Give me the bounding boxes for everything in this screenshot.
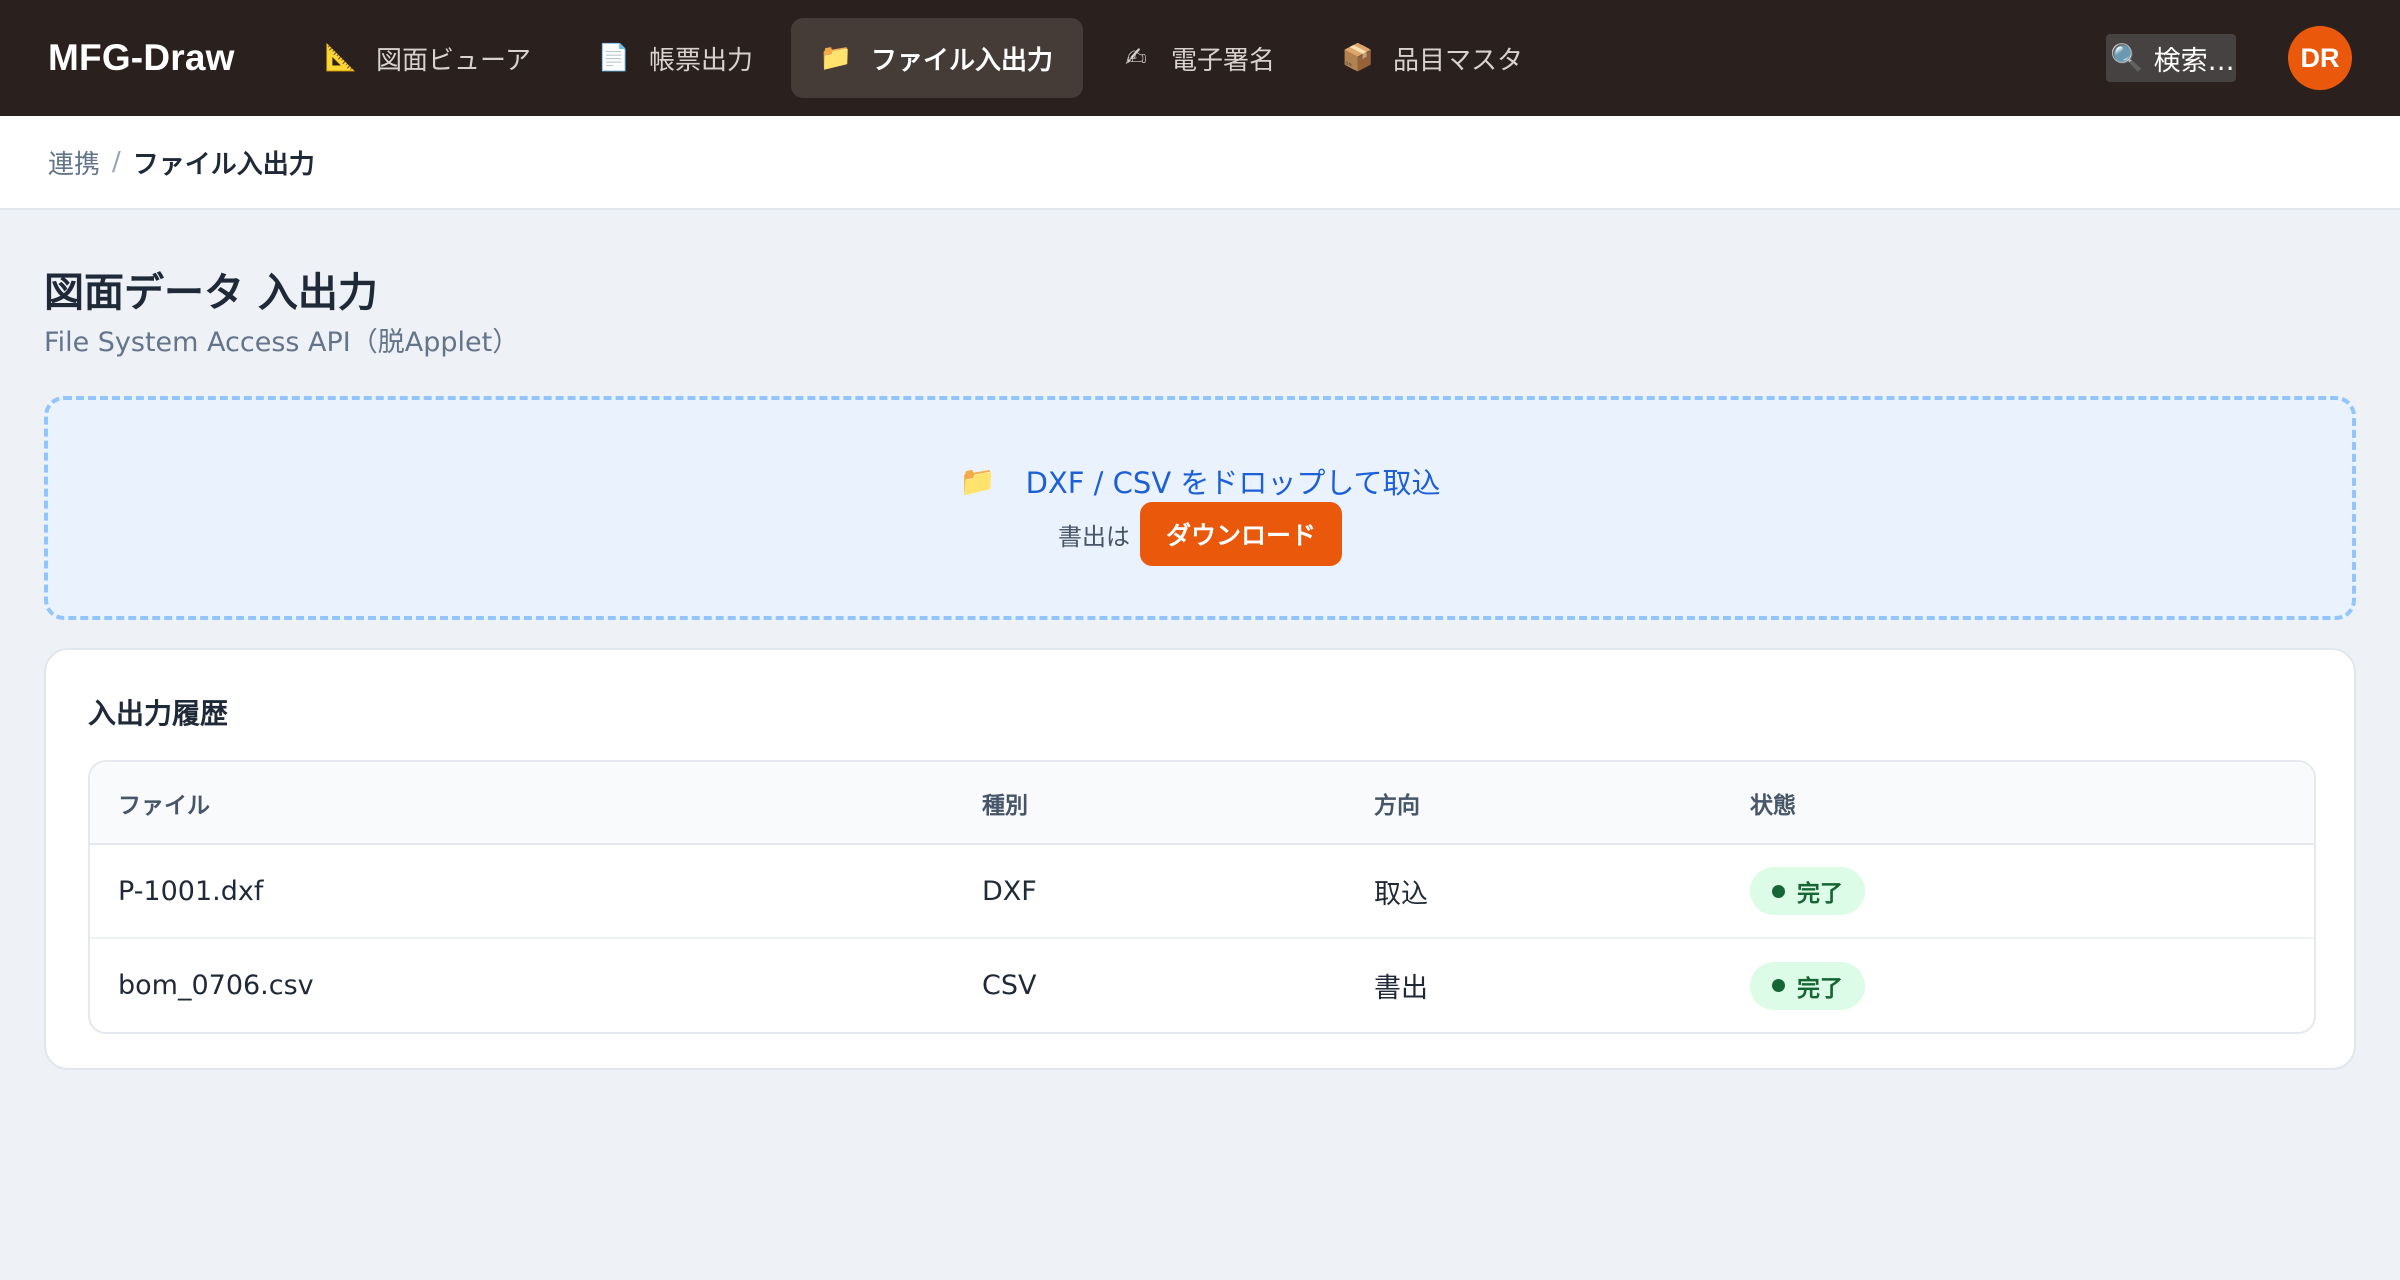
cell-type: DXF (982, 875, 1037, 907)
column-header-status[interactable]: 状態 (1722, 762, 2314, 845)
package-icon: 📦 (1341, 43, 1375, 73)
table-row[interactable]: P-1001.dxf DXF 取込 完了 (90, 844, 2314, 938)
table-header-row: ファイル 種別 方向 状態 (90, 762, 2314, 845)
breadcrumb-parent-link[interactable]: 連携 (48, 144, 100, 181)
history-table: ファイル 種別 方向 状態 P-1001.dxf DXF 取込 完了 bom_0… (90, 762, 2314, 1032)
history-title: 入出力履歴 (88, 697, 229, 730)
nav-item-label: 帳票出力 (648, 45, 753, 76)
document-icon: 📄 (597, 43, 631, 73)
cell-direction: 書出 (1346, 937, 1722, 1032)
nav-item-label: 電子署名 (1171, 45, 1276, 76)
nav-item-label: 品目マスタ (1393, 45, 1524, 76)
nav-item-item-master[interactable]: 📦 品目マスタ (1313, 18, 1553, 98)
download-button[interactable]: ダウンロード (1139, 502, 1342, 566)
cell-direction: 取込 (1374, 878, 1428, 910)
nav-item-label: 図面ビューア (376, 45, 531, 76)
page-subtitle: File System Access API（脱Applet） (44, 327, 520, 358)
cell-type: CSV (954, 937, 1346, 1032)
status-text: 完了 (1797, 975, 1843, 1002)
export-row: 書出は ダウンロード (48, 502, 2352, 566)
breadcrumb-separator: / (112, 147, 121, 177)
search-icon: 🔍 (2110, 43, 2144, 74)
page-title: 図面データ 入出力 (44, 270, 378, 316)
table-row[interactable]: bom_0706.csv CSV 書出 完了 (90, 937, 2314, 1032)
status-text: 完了 (1797, 881, 1843, 907)
column-header-type[interactable]: 種別 (954, 762, 1346, 845)
nav-item-label: ファイル入出力 (870, 45, 1053, 76)
status-badge: 完了 (1750, 961, 1865, 1010)
search-button[interactable]: 🔍 検索… (2106, 34, 2236, 82)
status-dot-icon (1772, 979, 1785, 992)
cell-file: bom_0706.csv (90, 937, 954, 1032)
folder-icon: 📁 (819, 43, 853, 73)
cell-file: P-1001.dxf (118, 875, 264, 907)
cell-status: 完了 (1722, 937, 2314, 1032)
column-header-file[interactable]: ファイル (90, 762, 954, 845)
triangle-ruler-icon: 📐 (324, 43, 358, 73)
cell-status: 完了 (1722, 844, 2314, 938)
folder-icon: 📁 (959, 463, 996, 498)
drop-text: DXF / CSV をドロップして取込 (1025, 466, 1441, 500)
nav-item-report-output[interactable]: 📄 帳票出力 (569, 18, 783, 98)
top-navbar: MFG-Draw 📐 図面ビューア 📄 帳票出力 📁 ファイル入出力 ✍ 電子署… (0, 0, 2400, 116)
file-drop-zone[interactable]: 📁 DXF / CSV をドロップして取込 書出は ダウンロード (44, 396, 2356, 620)
search-label: 検索… (2153, 45, 2235, 77)
main-nav: 📐 図面ビューア 📄 帳票出力 📁 ファイル入出力 ✍ 電子署名 📦 品目マスタ (296, 18, 1553, 98)
status-dot-icon (1772, 884, 1785, 898)
nav-item-e-signature[interactable]: ✍ 電子署名 (1091, 18, 1305, 98)
export-prefix: 書出は (1057, 522, 1130, 551)
nav-item-file-io[interactable]: 📁 ファイル入出力 (790, 18, 1083, 98)
breadcrumb-current: ファイル入出力 (132, 149, 315, 180)
breadcrumb: 連携 / ファイル入出力 (0, 116, 2400, 210)
writing-hand-icon: ✍ (1125, 43, 1147, 73)
column-header-direction[interactable]: 方向 (1346, 762, 1722, 845)
history-card: 入出力履歴 ファイル 種別 方向 状態 P-1001.dxf DXF 取込 完了… (44, 648, 2356, 1070)
nav-item-drawing-viewer[interactable]: 📐 図面ビューア (296, 18, 561, 98)
user-avatar[interactable]: DR (2288, 26, 2352, 90)
app-brand[interactable]: MFG-Draw (48, 0, 235, 116)
drop-instruction: 📁 DXF / CSV をドロップして取込 (48, 460, 2352, 502)
history-table-container: ファイル 種別 方向 状態 P-1001.dxf DXF 取込 完了 bom_0… (88, 760, 2316, 1034)
status-badge: 完了 (1750, 867, 1865, 915)
